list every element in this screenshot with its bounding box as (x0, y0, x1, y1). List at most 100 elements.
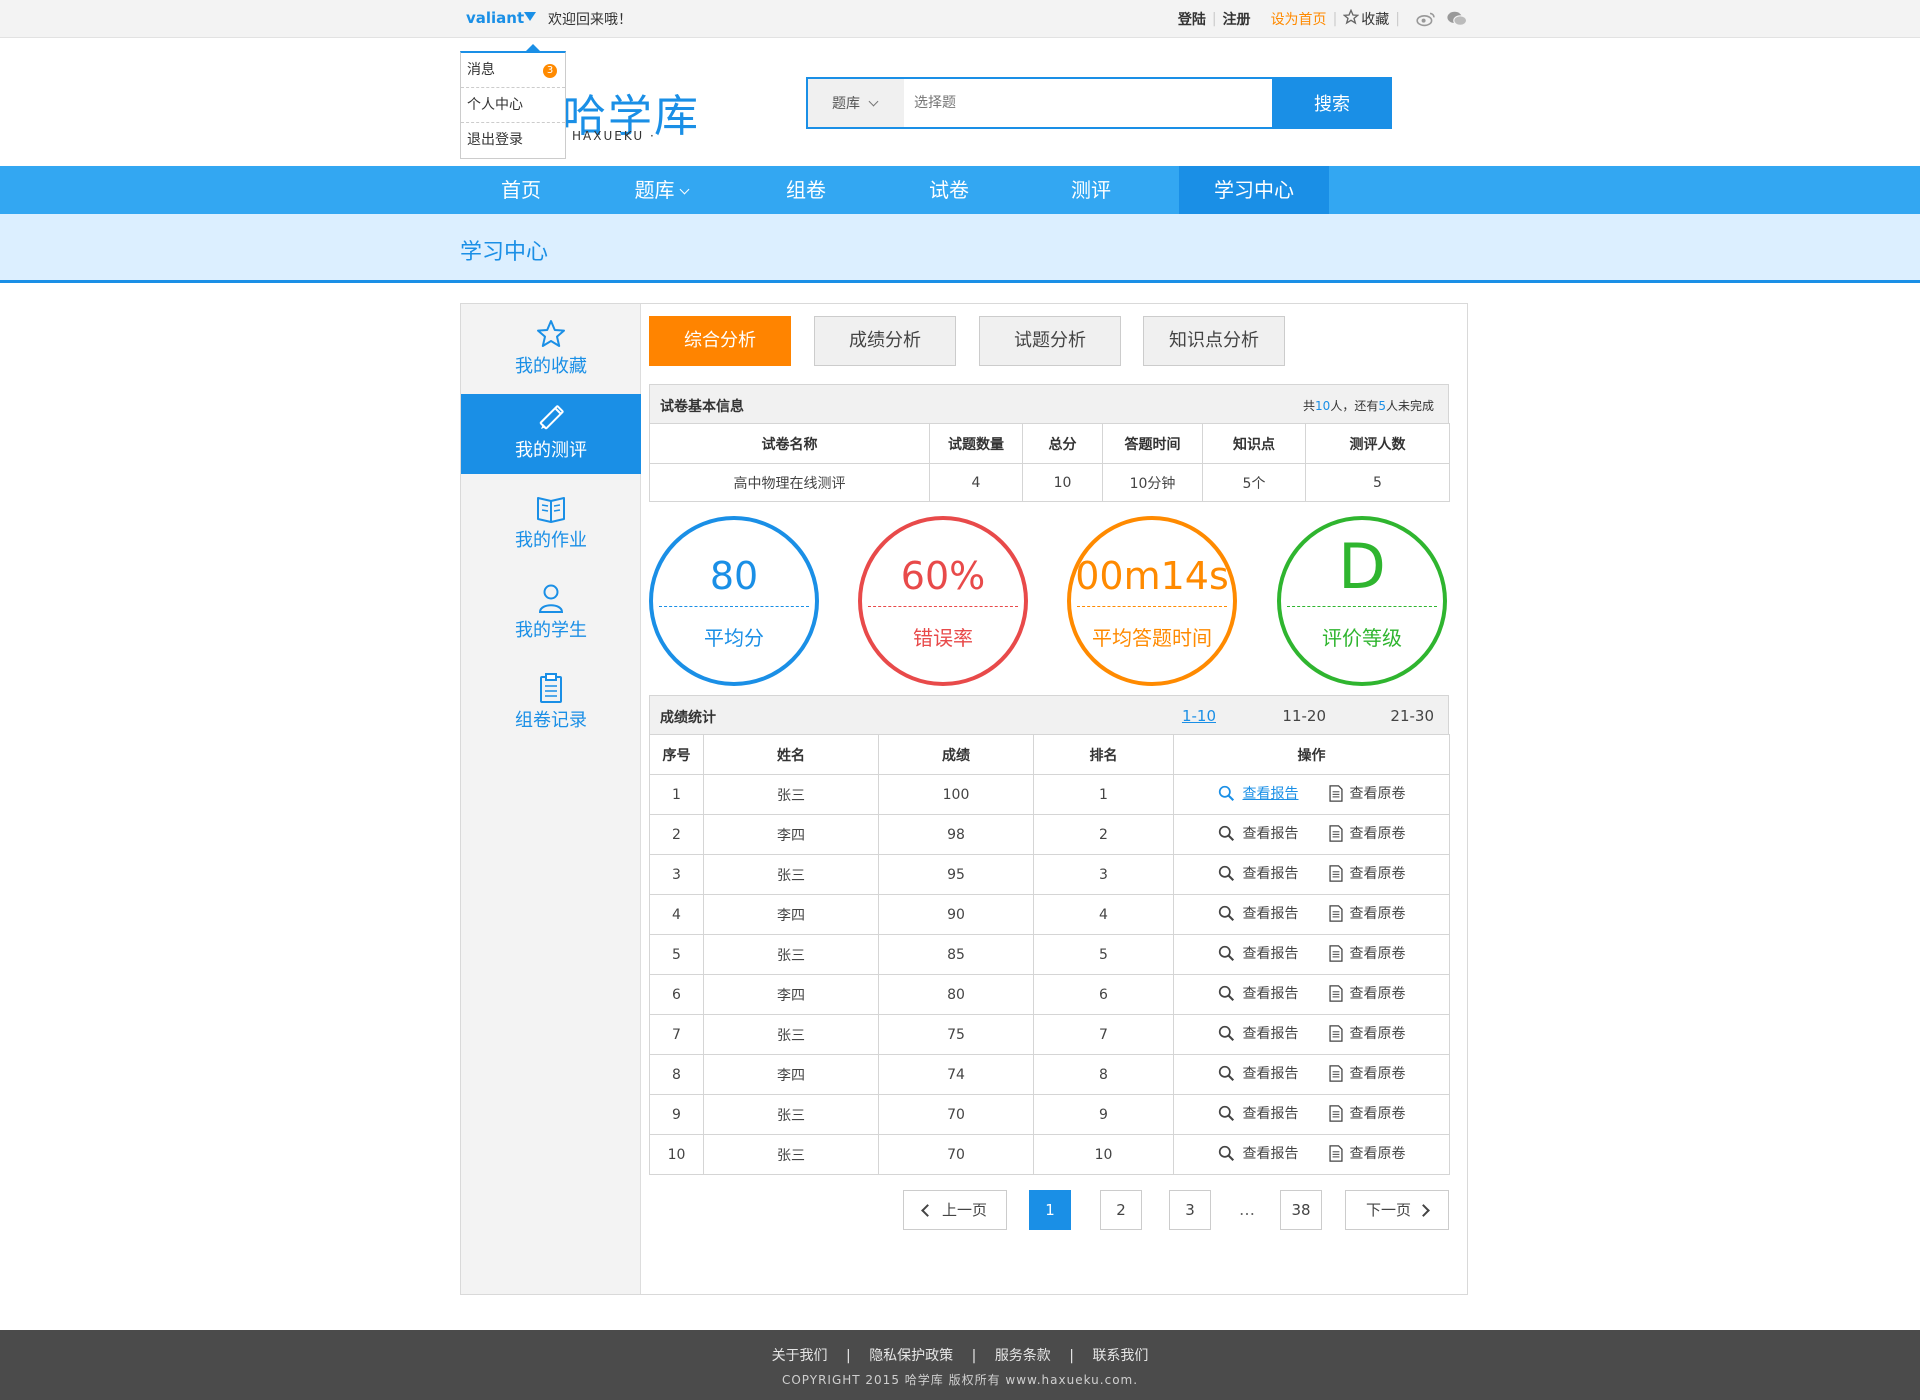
page-title-band: 学习中心 (0, 214, 1920, 283)
wechat-icon[interactable] (1446, 11, 1468, 27)
view-original-link[interactable]: 查看原卷 (1328, 1103, 1406, 1123)
column-header: 序号 (649, 734, 704, 775)
tab-question-analysis[interactable]: 试题分析 (979, 316, 1121, 366)
caret-down-icon[interactable] (524, 12, 536, 21)
next-page-button[interactable]: 下一页 (1345, 1190, 1449, 1230)
sidebar-item-students[interactable]: 我的学生 (461, 574, 641, 654)
metric-label: 评价等级 (1322, 626, 1402, 650)
star-outline-icon[interactable] (1342, 8, 1360, 29)
logo-subtitle: HAXUEKU · (572, 129, 656, 143)
username-menu[interactable]: valiant (466, 9, 524, 27)
view-original-link[interactable]: 查看原卷 (1328, 983, 1406, 1003)
page-button-1[interactable]: 1 (1029, 1190, 1071, 1230)
message-count-badge: 3 (543, 64, 557, 78)
page-button-last[interactable]: 38 (1280, 1190, 1322, 1230)
weibo-icon[interactable] (1416, 11, 1436, 27)
page-button-3[interactable]: 3 (1169, 1190, 1211, 1230)
view-original-link[interactable]: 查看原卷 (1328, 1023, 1406, 1043)
view-report-link[interactable]: 查看报告 (1218, 1103, 1299, 1123)
view-report-link[interactable]: 查看报告 (1218, 1063, 1299, 1083)
view-original-link[interactable]: 查看原卷 (1328, 903, 1406, 923)
total-count: 10 (1315, 399, 1331, 413)
search-icon (1218, 1065, 1239, 1082)
range-link-1-10[interactable]: 1-10 (1182, 707, 1216, 725)
sidebar-item-my-assessments[interactable]: 我的测评 (461, 394, 641, 474)
search-category-select[interactable]: 题库 (808, 79, 904, 127)
view-report-link[interactable]: 查看报告 (1218, 823, 1299, 843)
footer-link-about[interactable]: 关于我们 (772, 1348, 828, 1364)
view-report-link[interactable]: 查看报告 (1218, 1023, 1299, 1043)
footer-link-contact[interactable]: 联系我们 (1092, 1348, 1148, 1364)
view-original-link[interactable]: 查看原卷 (1328, 1143, 1406, 1163)
sidebar-item-favorites[interactable]: 我的收藏 (461, 310, 641, 390)
view-original-link[interactable]: 查看原卷 (1328, 823, 1406, 843)
column-header: 操作 (1173, 734, 1450, 775)
menu-item-logout[interactable]: 退出登录 (461, 123, 565, 158)
set-home-link[interactable]: 设为首页 (1271, 9, 1327, 29)
menu-item-messages[interactable]: 消息 3 (461, 53, 565, 88)
tab-score-analysis[interactable]: 成绩分析 (814, 316, 956, 366)
tab-overall-analysis[interactable]: 综合分析 (649, 316, 791, 366)
column-header: 试卷名称 (649, 423, 930, 464)
register-link[interactable]: 注册 (1223, 9, 1251, 29)
view-original-link[interactable]: 查看原卷 (1328, 863, 1406, 883)
view-report-link[interactable]: 查看报告 (1218, 783, 1299, 803)
view-report-link[interactable]: 查看报告 (1218, 903, 1299, 923)
footer-link-privacy[interactable]: 隐私保护政策 (869, 1348, 953, 1364)
row-actions: 查看报告 查看原卷 (1173, 774, 1450, 815)
login-link[interactable]: 登陆 (1178, 9, 1206, 29)
divider: | (1211, 11, 1217, 27)
metric-error-rate: 60% 错误率 (858, 516, 1028, 686)
nav-item-assessment[interactable]: 测评 (1030, 166, 1152, 214)
user-icon (535, 582, 567, 614)
view-report-label: 查看报告 (1242, 866, 1299, 883)
search-input[interactable] (904, 79, 1272, 127)
view-report-label: 查看报告 (1242, 986, 1299, 1003)
view-report-label: 查看报告 (1242, 1106, 1299, 1123)
divider (659, 606, 809, 607)
student-rank: 5 (1033, 934, 1174, 975)
top-links: 登陆 | 注册 设为首页 | 收藏 | (1178, 8, 1468, 29)
view-original-link[interactable]: 查看原卷 (1328, 783, 1406, 803)
view-original-link[interactable]: 查看原卷 (1328, 943, 1406, 963)
document-icon (1328, 944, 1347, 962)
view-report-link[interactable]: 查看报告 (1218, 943, 1299, 963)
row-actions: 查看报告 查看原卷 (1173, 934, 1450, 975)
unfinished-count: 5 (1378, 399, 1386, 413)
chevron-down-icon (868, 96, 879, 106)
table-row: 2 李四 98 2 查看报告 查看原卷 (649, 814, 1450, 855)
divider: | (1069, 1348, 1074, 1364)
view-original-link[interactable]: 查看原卷 (1328, 1063, 1406, 1083)
metric-value: 80 (709, 554, 759, 598)
view-report-link[interactable]: 查看报告 (1218, 1143, 1299, 1163)
view-original-label: 查看原卷 (1349, 986, 1406, 1003)
view-report-link[interactable]: 查看报告 (1218, 983, 1299, 1003)
page-button-2[interactable]: 2 (1100, 1190, 1142, 1230)
nav-item-question-bank[interactable]: 题库 (600, 166, 722, 214)
view-original-label: 查看原卷 (1349, 1026, 1406, 1043)
nav-item-learning-center[interactable]: 学习中心 (1179, 166, 1329, 214)
prev-page-button[interactable]: 上一页 (903, 1190, 1007, 1230)
document-icon (1328, 824, 1347, 842)
view-report-link[interactable]: 查看报告 (1218, 863, 1299, 883)
menu-item-profile[interactable]: 个人中心 (461, 88, 565, 123)
view-original-label: 查看原卷 (1349, 786, 1406, 803)
total-score: 10 (1022, 463, 1103, 502)
nav-item-papers[interactable]: 试卷 (888, 166, 1010, 214)
search-button[interactable]: 搜索 (1272, 77, 1392, 129)
nav-item-compose[interactable]: 组卷 (745, 166, 867, 214)
view-report-label: 查看报告 (1242, 906, 1299, 923)
tab-knowledge-analysis[interactable]: 知识点分析 (1143, 316, 1285, 366)
sidebar-item-compose-records[interactable]: 组卷记录 (461, 664, 641, 744)
favorite-link[interactable]: 收藏 (1361, 9, 1389, 29)
document-icon (1328, 904, 1347, 922)
footer-link-terms[interactable]: 服务条款 (995, 1348, 1051, 1364)
table-header-row: 试卷名称 试题数量 总分 答题时间 知识点 测评人数 (649, 423, 1450, 464)
sidebar: 我的收藏 我的测评 我的作业 我的学生 组卷记录 (461, 304, 641, 1294)
nav-item-home[interactable]: 首页 (460, 166, 582, 214)
sidebar-item-homework[interactable]: 我的作业 (461, 484, 641, 564)
range-link-11-20[interactable]: 11-20 (1282, 707, 1326, 725)
row-actions: 查看报告 查看原卷 (1173, 1054, 1450, 1095)
range-link-21-30[interactable]: 21-30 (1390, 707, 1434, 725)
table-header-row: 序号 姓名 成绩 排名 操作 (649, 734, 1450, 775)
